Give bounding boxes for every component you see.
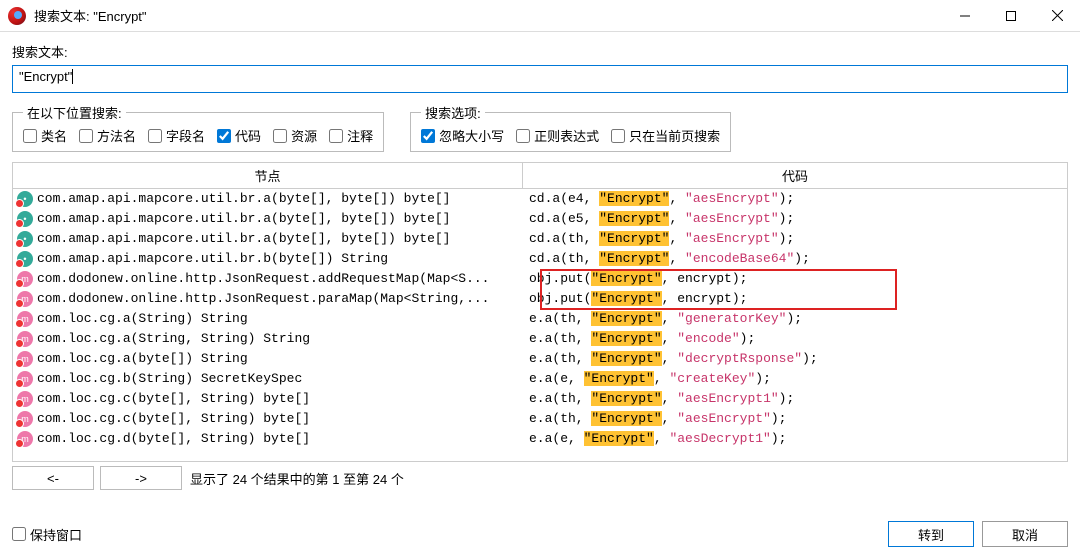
table-row[interactable]: com.dodonew.online.http.JsonRequest.para… bbox=[13, 289, 1067, 309]
node-text: com.dodonew.online.http.JsonRequest.para… bbox=[37, 289, 489, 309]
chk-classname[interactable]: 类名 bbox=[23, 126, 67, 145]
maximize-button[interactable] bbox=[988, 0, 1034, 31]
class-icon bbox=[17, 251, 33, 267]
col-header-node[interactable]: 节点 bbox=[13, 163, 523, 188]
node-text: com.dodonew.online.http.JsonRequest.addR… bbox=[37, 269, 489, 289]
search-input[interactable]: "Encrypt" bbox=[12, 65, 1068, 93]
maximize-icon bbox=[1006, 11, 1016, 21]
table-row[interactable]: com.amap.api.mapcore.util.br.a(byte[], b… bbox=[13, 189, 1067, 209]
titlebar: 搜索文本: "Encrypt" bbox=[0, 0, 1080, 32]
node-text: com.loc.cg.b(String) SecretKeySpec bbox=[37, 369, 302, 389]
nav-prev-button[interactable]: <- bbox=[12, 466, 94, 490]
chk-fieldname[interactable]: 字段名 bbox=[148, 126, 205, 145]
node-text: com.loc.cg.d(byte[], String) byte[] bbox=[37, 429, 310, 449]
method-icon bbox=[17, 331, 33, 347]
chk-ignorecase[interactable]: 忽略大小写 bbox=[421, 126, 504, 145]
minimize-button[interactable] bbox=[942, 0, 988, 31]
table-row[interactable]: com.amap.api.mapcore.util.br.a(byte[], b… bbox=[13, 209, 1067, 229]
chk-methodname[interactable]: 方法名 bbox=[79, 126, 136, 145]
method-icon bbox=[17, 291, 33, 307]
method-icon bbox=[17, 431, 33, 447]
table-row[interactable]: com.loc.cg.b(String) SecretKeySpec e.a(e,… bbox=[13, 369, 1067, 389]
node-text: com.loc.cg.c(byte[], String) byte[] bbox=[37, 409, 310, 429]
chk-resource[interactable]: 资源 bbox=[273, 126, 317, 145]
chk-currentpage[interactable]: 只在当前页搜索 bbox=[611, 126, 720, 145]
search-label: 搜索文本: bbox=[12, 42, 1068, 61]
node-text: com.amap.api.mapcore.util.br.a(byte[], b… bbox=[37, 209, 450, 229]
chk-keep-window[interactable]: 保持窗口 bbox=[12, 525, 82, 544]
table-row[interactable]: com.loc.cg.a(String) String e.a(th, "Encr… bbox=[13, 309, 1067, 329]
code-text: obj.put("Encrypt", encrypt); bbox=[523, 289, 1067, 309]
status-text: 显示了 24 个结果中的第 1 至第 24 个 bbox=[190, 469, 404, 488]
node-text: com.amap.api.mapcore.util.br.b(byte[]) S… bbox=[37, 249, 388, 269]
method-icon bbox=[17, 271, 33, 287]
code-text: obj.put("Encrypt", encrypt); bbox=[523, 269, 1067, 289]
close-button[interactable] bbox=[1034, 0, 1080, 31]
table-row[interactable]: com.amap.api.mapcore.util.br.a(byte[], b… bbox=[13, 229, 1067, 249]
group-where: 在以下位置搜索: 类名 方法名 字段名 代码 资源 注释 bbox=[12, 103, 384, 152]
code-text: cd.a(e4, "Encrypt", "aesEncrypt"); bbox=[523, 189, 1067, 209]
node-text: com.loc.cg.c(byte[], String) byte[] bbox=[37, 389, 310, 409]
method-icon bbox=[17, 371, 33, 387]
nav-next-button[interactable]: -> bbox=[100, 466, 182, 490]
table-row[interactable]: com.loc.cg.a(byte[]) String e.a(th, "Encr… bbox=[13, 349, 1067, 369]
code-text: e.a(th, "Encrypt", "aesEncrypt1"); bbox=[523, 389, 1067, 409]
table-row[interactable]: com.loc.cg.c(byte[], String) byte[] e.a(t… bbox=[13, 409, 1067, 429]
chk-regex[interactable]: 正则表达式 bbox=[516, 126, 599, 145]
code-text: e.a(e, "Encrypt", "aesDecrypt1"); bbox=[523, 429, 1067, 449]
goto-button[interactable]: 转到 bbox=[888, 521, 974, 547]
results-rows[interactable]: com.amap.api.mapcore.util.br.a(byte[], b… bbox=[13, 189, 1067, 461]
code-text: e.a(e, "Encrypt", "createKey"); bbox=[523, 369, 1067, 389]
code-text: e.a(th, "Encrypt", "encode"); bbox=[523, 329, 1067, 349]
method-icon bbox=[17, 411, 33, 427]
col-header-code[interactable]: 代码 bbox=[523, 163, 1067, 188]
method-icon bbox=[17, 311, 33, 327]
results-table[interactable]: 节点 代码 com.amap.api.mapcore.util.br.a(byt… bbox=[12, 162, 1068, 462]
code-text: cd.a(e5, "Encrypt", "aesEncrypt"); bbox=[523, 209, 1067, 229]
node-text: com.amap.api.mapcore.util.br.a(byte[], b… bbox=[37, 189, 450, 209]
chk-comment[interactable]: 注释 bbox=[329, 126, 373, 145]
search-input-value: "Encrypt" bbox=[19, 69, 73, 84]
group-opts-legend: 搜索选项: bbox=[421, 103, 485, 122]
method-icon bbox=[17, 391, 33, 407]
class-icon bbox=[17, 191, 33, 207]
cancel-button[interactable]: 取消 bbox=[982, 521, 1068, 547]
node-text: com.amap.api.mapcore.util.br.a(byte[], b… bbox=[37, 229, 450, 249]
table-row[interactable]: com.amap.api.mapcore.util.br.b(byte[]) S… bbox=[13, 249, 1067, 269]
node-text: com.loc.cg.a(String) String bbox=[37, 309, 248, 329]
table-row[interactable]: com.loc.cg.c(byte[], String) byte[] e.a(t… bbox=[13, 389, 1067, 409]
code-text: cd.a(th, "Encrypt", "encodeBase64"); bbox=[523, 249, 1067, 269]
node-text: com.loc.cg.a(String, String) String bbox=[37, 329, 310, 349]
minimize-icon bbox=[960, 11, 970, 21]
window-title: 搜索文本: "Encrypt" bbox=[34, 6, 942, 25]
group-where-legend: 在以下位置搜索: bbox=[23, 103, 126, 122]
chk-code[interactable]: 代码 bbox=[217, 126, 261, 145]
table-row[interactable]: com.loc.cg.a(String, String) String e.a(t… bbox=[13, 329, 1067, 349]
code-text: e.a(th, "Encrypt", "decryptRsponse"); bbox=[523, 349, 1067, 369]
close-icon bbox=[1052, 10, 1063, 21]
class-icon bbox=[17, 231, 33, 247]
code-text: e.a(th, "Encrypt", "aesEncrypt"); bbox=[523, 409, 1067, 429]
method-icon bbox=[17, 351, 33, 367]
table-row[interactable]: com.dodonew.online.http.JsonRequest.addR… bbox=[13, 269, 1067, 289]
table-row[interactable]: com.loc.cg.d(byte[], String) byte[] e.a(e… bbox=[13, 429, 1067, 449]
code-text: e.a(th, "Encrypt", "generatorKey"); bbox=[523, 309, 1067, 329]
app-icon bbox=[8, 7, 26, 25]
node-text: com.loc.cg.a(byte[]) String bbox=[37, 349, 248, 369]
group-opts: 搜索选项: 忽略大小写 正则表达式 只在当前页搜索 bbox=[410, 103, 731, 152]
code-text: cd.a(th, "Encrypt", "aesEncrypt"); bbox=[523, 229, 1067, 249]
class-icon bbox=[17, 211, 33, 227]
